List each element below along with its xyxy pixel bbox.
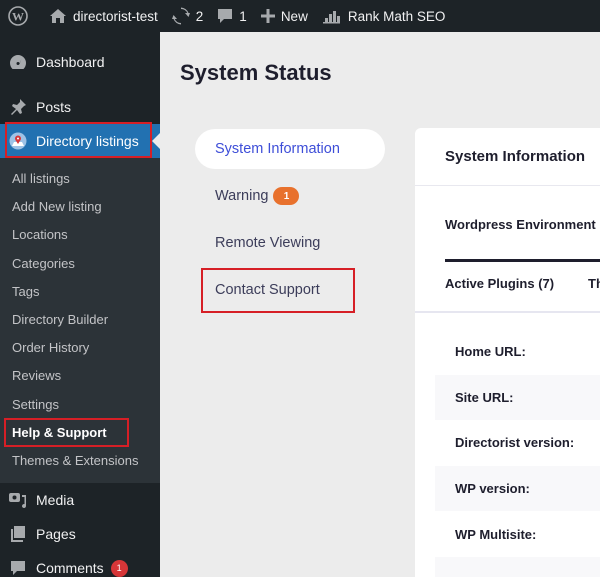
submenu-directory-builder[interactable]: Directory Builder — [0, 306, 160, 334]
comment-bubble-icon — [218, 9, 233, 23]
tab-themes[interactable]: Th — [588, 276, 600, 291]
tab-wordpress-environment[interactable]: Wordpress Environment — [445, 217, 596, 232]
nav-warning-label: Warning — [215, 188, 269, 204]
new-label: New — [280, 8, 308, 24]
updates-link[interactable]: 2 — [165, 0, 211, 32]
nav-system-information[interactable]: System Information — [195, 129, 385, 169]
site-name-link[interactable]: directorist-test — [42, 0, 165, 32]
wordpress-logo-icon: W — [8, 6, 28, 26]
submenu-order-history[interactable]: Order History — [0, 334, 160, 362]
comment-icon — [8, 558, 28, 577]
site-name: directorist-test — [73, 8, 158, 24]
row-empty — [435, 556, 600, 577]
menu-pages-label: Pages — [36, 526, 76, 543]
tab-active-plugins[interactable]: Active Plugins (7) — [445, 276, 554, 291]
submenu-categories[interactable]: Categories — [0, 250, 160, 278]
warning-badge: 1 — [273, 187, 300, 205]
submenu-add-new-listing[interactable]: Add New listing — [0, 193, 160, 221]
home-icon — [50, 9, 66, 23]
nav-warning[interactable]: Warning 1 — [195, 176, 385, 216]
info-rows: Home URL: Site URL: Directorist version:… — [415, 313, 600, 577]
row-wp-version: WP version: — [435, 465, 600, 512]
panel-title: System Information — [415, 128, 600, 186]
comments-badge: 1 — [110, 559, 128, 577]
row-wp-multisite: WP Multisite: — [455, 526, 537, 542]
active-tab-underline — [445, 259, 600, 262]
nav-contact-support[interactable]: Contact Support — [195, 270, 385, 310]
new-content-link[interactable]: New — [254, 0, 315, 32]
submenu-help-support[interactable]: Help & Support — [0, 419, 160, 447]
system-information-panel: System Information Wordpress Environment… — [415, 128, 600, 577]
svg-text:W: W — [12, 10, 24, 24]
menu-dashboard-label: Dashboard — [36, 54, 105, 70]
rank-math-label: Rank Math SEO — [347, 8, 446, 24]
menu-posts[interactable]: Posts — [0, 90, 160, 124]
admin-bar: W directorist-test 2 1 New Rank Math SEO — [0, 0, 600, 32]
submenu-reviews[interactable]: Reviews — [0, 362, 160, 390]
menu-directory-listings[interactable]: Directory listings — [0, 124, 160, 158]
system-status-nav: System Information Warning 1 Remote View… — [195, 129, 385, 317]
submenu-locations[interactable]: Locations — [0, 221, 160, 249]
plus-icon — [260, 9, 275, 23]
menu-directory-listings-label: Directory listings — [36, 133, 139, 149]
submenu-tags[interactable]: Tags — [0, 278, 160, 306]
pin-icon — [8, 97, 28, 117]
comments-link[interactable]: 1 — [210, 0, 254, 32]
panel-tabs: Wordpress Environment Active Plugins (7)… — [415, 186, 600, 313]
comments-count: 1 — [239, 8, 247, 24]
directory-submenu: All listings Add New listing Locations C… — [0, 158, 160, 484]
rank-math-link[interactable]: Rank Math SEO — [315, 0, 453, 32]
menu-media[interactable]: Media — [0, 483, 160, 517]
menu-posts-label: Posts — [36, 99, 72, 115]
admin-sidebar: Dashboard Posts Directory listings All l… — [0, 32, 160, 577]
nav-contact-support-label: Contact Support — [215, 282, 320, 298]
menu-media-label: Media — [36, 492, 75, 509]
updates-count: 2 — [195, 8, 204, 24]
submenu-themes-extensions[interactable]: Themes & Extensions — [0, 447, 160, 475]
submenu-all-listings[interactable]: All listings — [0, 165, 160, 193]
map-pin-icon — [8, 131, 28, 151]
nav-remote-viewing[interactable]: Remote Viewing — [195, 223, 385, 263]
updates-icon — [171, 7, 190, 25]
row-site-url: Site URL: — [435, 374, 600, 421]
media-icon — [8, 490, 28, 510]
menu-comments-label: Comments — [36, 560, 104, 577]
wordpress-logo-button[interactable]: W — [0, 0, 42, 32]
pages-icon — [8, 524, 28, 544]
submenu-settings[interactable]: Settings — [0, 391, 160, 419]
menu-dashboard[interactable]: Dashboard — [0, 45, 160, 79]
row-directorist-version: Directorist version: — [455, 435, 575, 451]
page-title: System Status — [180, 60, 332, 85]
nav-remote-viewing-label: Remote Viewing — [215, 235, 321, 251]
menu-pages[interactable]: Pages — [0, 517, 160, 551]
nav-system-information-label: System Information — [215, 141, 340, 157]
dashboard-icon — [8, 52, 28, 72]
rank-math-icon — [322, 11, 340, 24]
row-home-url: Home URL: — [455, 344, 526, 360]
menu-comments[interactable]: Comments 1 — [0, 551, 160, 577]
